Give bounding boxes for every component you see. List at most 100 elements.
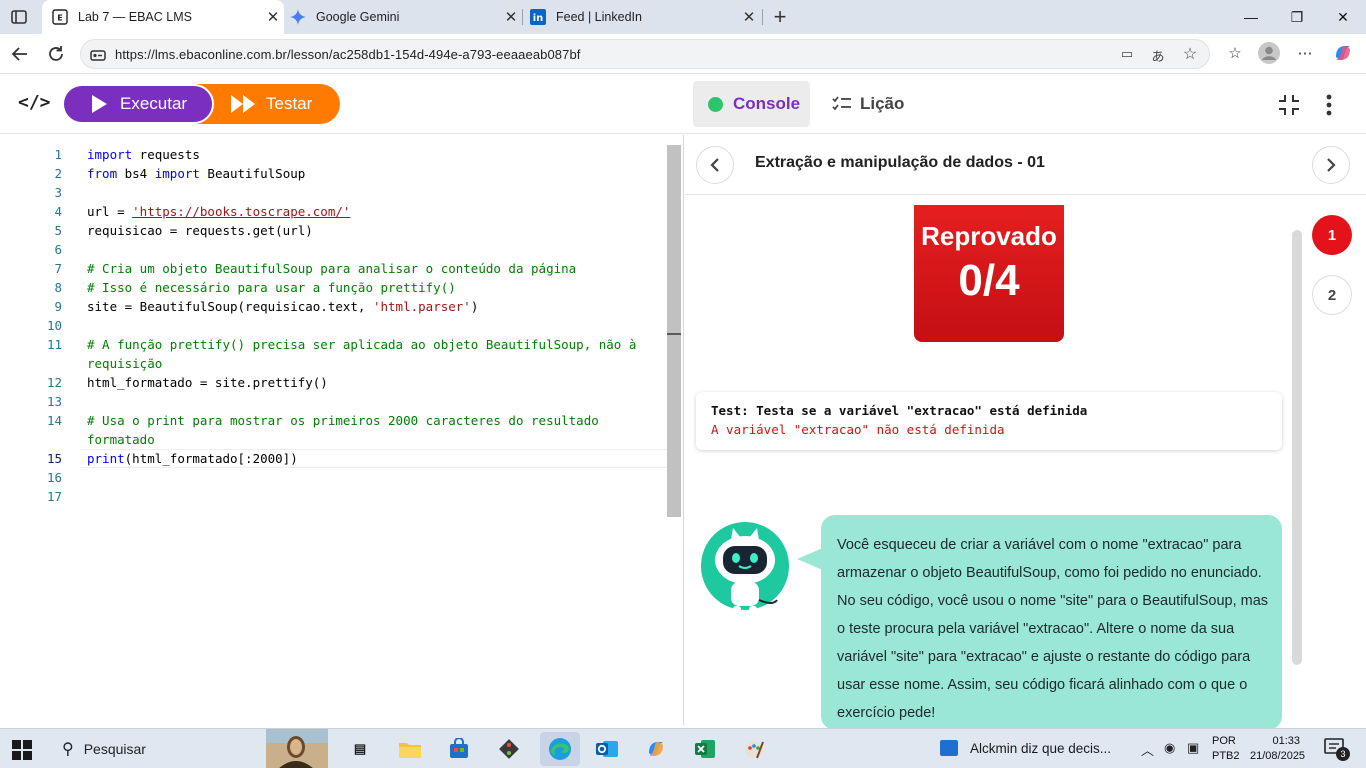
code-line: print(html_formatado[:2000])	[87, 451, 298, 466]
close-tab-icon[interactable]: ✕	[738, 8, 760, 26]
more-options-icon[interactable]: ⋯	[1294, 42, 1316, 64]
kebab-menu-icon[interactable]	[1316, 92, 1342, 118]
gemini-favicon-icon	[290, 9, 306, 25]
code-comment: formatado	[87, 432, 155, 447]
test-title: Test: Testa se a variável "extracao" est…	[711, 403, 1088, 418]
minimize-icon[interactable]: —	[1228, 0, 1274, 34]
system-clock[interactable]: 01:33 21/08/2025	[1250, 734, 1305, 764]
close-tab-icon[interactable]: ✕	[262, 8, 284, 26]
code-comment: # Usa o print para mostrar os primeiros …	[87, 413, 599, 428]
code-line: from bs4 import BeautifulSoup	[87, 166, 306, 181]
line-number: 16	[46, 470, 62, 485]
search-icon: ⚲	[62, 741, 74, 758]
url-field[interactable]: https://lms.ebaconline.com.br/lesson/ac2…	[80, 39, 1210, 69]
profile-avatar[interactable]	[1258, 42, 1280, 64]
line-number: 1	[54, 147, 62, 162]
lesson-title: Extração e manipulação de dados - 01	[755, 154, 1045, 171]
show-hidden-icons-icon[interactable]: ︿	[1141, 740, 1154, 759]
collapse-icon[interactable]	[1276, 92, 1302, 118]
tab-lesson[interactable]: Lição	[832, 81, 904, 127]
browser-tab-ebac[interactable]: E Lab 7 — EBAC LMS ✕	[42, 0, 284, 34]
tab-console[interactable]: Console	[693, 81, 810, 127]
test-button-label: Testar	[266, 94, 313, 113]
result-badge: Reprovado 0/4	[914, 205, 1064, 342]
close-tab-icon[interactable]: ✕	[500, 8, 522, 26]
step-1-button[interactable]: 1	[1312, 215, 1352, 255]
store-icon[interactable]	[445, 735, 473, 763]
address-bar-row: https://lms.ebaconline.com.br/lesson/ac2…	[0, 34, 1366, 74]
app-toolbar: </> Executar Testar Console Lição	[0, 74, 1366, 134]
reading-view-icon[interactable]: ▭	[1118, 46, 1136, 64]
meet-now-icon[interactable]: ◉	[1164, 740, 1175, 756]
edge-icon[interactable]	[540, 732, 580, 766]
code-line: requisicao = requests.get(url)	[87, 223, 313, 238]
favorite-star-icon[interactable]: ☆	[1181, 44, 1199, 63]
robot-assistant-icon	[701, 522, 789, 616]
code-icon: </>	[18, 92, 51, 113]
tab-divider	[762, 9, 763, 25]
code-line: html_formatado = site.prettify()	[87, 375, 328, 390]
file-explorer-icon[interactable]	[396, 735, 424, 763]
result-score: 0/4	[958, 256, 1020, 305]
line-number: 8	[54, 280, 62, 295]
read-aloud-icon[interactable]: あ	[1149, 46, 1167, 64]
news-icon	[940, 740, 958, 756]
notification-count: 3	[1336, 747, 1350, 761]
code-line: url = 'https://books.toscrape.com/'	[87, 204, 351, 219]
copilot-icon[interactable]	[1332, 42, 1354, 64]
input-language[interactable]: POR PTB2	[1212, 734, 1240, 764]
back-icon[interactable]	[8, 42, 32, 66]
code-editor[interactable]: 1 2 3 4 5 6 7 8 9 10 11 12 13 14 15 16 1…	[0, 135, 684, 725]
task-view-icon[interactable]: ▤	[346, 735, 374, 763]
new-tab-icon[interactable]: +	[768, 4, 792, 30]
restore-icon[interactable]: ❐	[1274, 0, 1320, 34]
news-widget[interactable]: Alckmin diz que decis...	[940, 740, 1111, 756]
result-status: Reprovado	[921, 221, 1057, 251]
console-panel: Extração e manipulação de dados - 01 Rep…	[685, 135, 1366, 730]
code-comment: # A função prettify() precisa ser aplica…	[87, 337, 637, 352]
editor-scrollbar[interactable]	[667, 145, 681, 517]
line-number: 4	[54, 204, 62, 219]
close-window-icon[interactable]: ✕	[1320, 0, 1366, 34]
prev-lesson-button[interactable]	[696, 146, 734, 184]
site-info-icon[interactable]	[89, 46, 107, 69]
windows-start-icon[interactable]	[12, 740, 32, 760]
search-highlight-image	[266, 729, 328, 768]
next-lesson-button[interactable]	[1312, 146, 1350, 184]
step-2-button[interactable]: 2	[1312, 275, 1352, 315]
line-number: 11	[46, 337, 62, 352]
browser-tab-linkedin[interactable]: in Feed | LinkedIn ✕	[522, 0, 760, 34]
clock-time: 01:33	[1272, 735, 1300, 747]
favorites-icon[interactable]: ☆	[1224, 42, 1246, 64]
refresh-icon[interactable]	[44, 42, 68, 66]
excel-icon[interactable]	[691, 735, 719, 763]
language-code: POR	[1212, 735, 1236, 747]
search-placeholder: Pesquisar	[83, 741, 146, 757]
line-number: 12	[46, 375, 62, 390]
git-app-icon[interactable]	[495, 735, 523, 763]
ebac-favicon-icon: E	[52, 9, 68, 25]
browser-tab-gemini[interactable]: Google Gemini ✕	[284, 0, 522, 34]
paint-icon[interactable]	[740, 735, 768, 763]
run-button-label: Executar	[120, 94, 188, 113]
line-number: 5	[54, 223, 62, 238]
run-button[interactable]: Executar	[62, 84, 214, 124]
tab-actions-icon[interactable]	[10, 8, 28, 26]
code-comment: # Isso é necessário para usar a função p…	[87, 280, 456, 295]
lesson-title-bar: Extração e manipulação de dados - 01	[685, 135, 1366, 195]
panel-scrollbar[interactable]	[1292, 230, 1302, 665]
line-number: 10	[46, 318, 62, 333]
status-dot	[708, 96, 723, 112]
url-text: https://lms.ebaconline.com.br/lesson/ac2…	[115, 47, 581, 62]
test-button[interactable]: Testar	[196, 84, 340, 124]
line-number: 15	[46, 451, 62, 466]
outlook-icon[interactable]	[593, 735, 621, 763]
copilot-app-icon[interactable]	[642, 735, 670, 763]
notifications-icon[interactable]: 3	[1324, 738, 1350, 761]
line-number: 14	[46, 413, 62, 428]
network-icon[interactable]: ▣	[1187, 740, 1199, 756]
tab-lesson-label: Lição	[860, 94, 905, 113]
line-number: 6	[54, 242, 62, 257]
line-number: 3	[54, 185, 62, 200]
tab-title: Lab 7 — EBAC LMS	[78, 10, 192, 24]
